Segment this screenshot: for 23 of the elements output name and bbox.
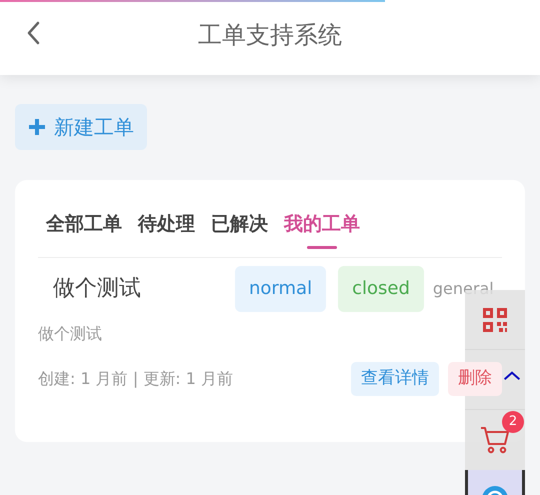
action-button[interactable]: 查看详情 bbox=[351, 362, 439, 396]
plus-icon bbox=[28, 118, 46, 136]
tag: normal bbox=[235, 266, 326, 312]
cart-badge: 2 bbox=[502, 411, 524, 433]
tab-underline bbox=[307, 246, 337, 248]
tag: closed bbox=[338, 266, 424, 312]
cart-button[interactable]: 2 bbox=[465, 410, 525, 470]
chat-button[interactable] bbox=[465, 470, 525, 495]
qr-code-icon bbox=[482, 306, 508, 332]
tab[interactable]: 待处理 bbox=[138, 210, 195, 248]
scroll-top-button[interactable] bbox=[503, 370, 521, 382]
ticket-title: 做个测试 bbox=[52, 275, 142, 303]
ticket-meta: 创建: 1 月前 | 更新: 1 月前 bbox=[38, 368, 234, 390]
back-icon bbox=[26, 21, 40, 45]
tab[interactable]: 我的工单 bbox=[284, 210, 360, 248]
tab[interactable]: 全部工单 bbox=[46, 210, 122, 248]
cart-icon bbox=[480, 426, 510, 454]
new-ticket-button[interactable]: 新建工单 bbox=[15, 104, 147, 150]
action-button[interactable]: 删除 bbox=[448, 362, 502, 396]
category-label: general bbox=[432, 278, 494, 300]
page-title: 工单支持系统 bbox=[198, 20, 342, 50]
ticket-description: 做个测试 bbox=[38, 322, 103, 344]
tab[interactable]: 已解决 bbox=[211, 210, 268, 248]
